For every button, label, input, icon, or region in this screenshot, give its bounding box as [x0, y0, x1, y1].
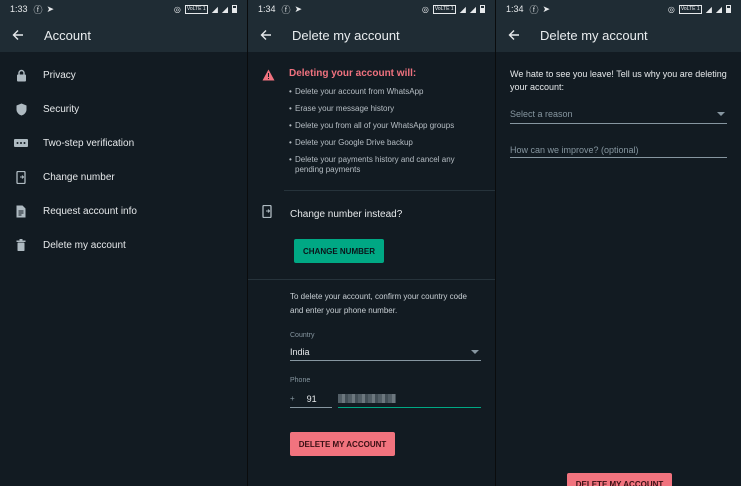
- hotspot-icon: ◎: [667, 4, 675, 14]
- dropdown-caret-icon: [471, 349, 479, 354]
- signal-icon: ◢: [715, 4, 722, 14]
- signal-icon: ◢: [211, 4, 218, 14]
- phone-change-icon: [262, 204, 276, 223]
- reason-placeholder: Select a reason: [510, 108, 573, 119]
- menu-item-privacy[interactable]: Privacy: [0, 58, 247, 92]
- back-arrow-icon[interactable]: [10, 27, 26, 43]
- menu-item-delete-account[interactable]: Delete my account: [0, 228, 247, 262]
- country-select[interactable]: India: [290, 343, 481, 361]
- warning-list: Delete your account from WhatsApp Erase …: [289, 87, 481, 175]
- document-icon: [14, 204, 28, 218]
- menu-item-label: Delete my account: [43, 239, 126, 251]
- lock-icon: [14, 68, 28, 82]
- delete-account-button[interactable]: DELETE MY ACCOUNT: [290, 432, 395, 456]
- trash-icon: [14, 238, 28, 252]
- delete-account-screen: 1:34 ⓕ ➤ ◎ VoLTE 1 ◢ ◢ Delete my account…: [248, 0, 495, 486]
- menu-item-change-number[interactable]: Change number: [0, 160, 247, 194]
- phone-label: Phone: [290, 377, 311, 384]
- phone-change-icon: [14, 170, 28, 184]
- signal-icon: ◢: [469, 4, 476, 14]
- status-bar: 1:34 ⓕ ➤ ◎ VoLTE 1 ◢ ◢: [496, 0, 741, 18]
- warning-icon: [262, 68, 275, 182]
- page-title: Account: [44, 27, 91, 43]
- volte-badge: VoLTE 1: [432, 4, 456, 14]
- app-bar: Delete my account: [248, 18, 495, 52]
- page-title: Delete my account: [292, 27, 400, 43]
- menu-item-label: Two-step verification: [43, 137, 135, 149]
- improve-input[interactable]: How can we improve? (optional): [510, 142, 727, 158]
- volte-badge: VoLTE 1: [678, 4, 702, 14]
- list-item: Erase your message history: [289, 104, 481, 114]
- app-bar: Account: [0, 18, 247, 52]
- send-icon: ➤: [46, 3, 55, 14]
- menu-item-label: Privacy: [43, 69, 76, 81]
- blurred-phone-number: [338, 394, 396, 403]
- send-icon: ➤: [294, 3, 303, 14]
- battery-icon: [726, 5, 731, 13]
- dots-icon: [14, 136, 28, 150]
- signal-icon: ◢: [221, 4, 228, 14]
- account-screen: 1:33 ⓕ ➤ ◎ VoLTE 1 ◢ ◢ Account Privacy S…: [0, 0, 247, 486]
- list-item: Delete your payments history and cancel …: [289, 155, 481, 175]
- form-instructions: To delete your account, confirm your cou…: [290, 292, 467, 315]
- dropdown-caret-icon: [717, 111, 725, 116]
- status-time: 1:34: [506, 4, 524, 14]
- delete-reason-screen: 1:34 ⓕ ➤ ◎ VoLTE 1 ◢ ◢ Delete my account…: [496, 0, 741, 486]
- list-item: Delete your Google Drive backup: [289, 138, 481, 148]
- country-code-value: 91: [306, 393, 317, 404]
- country-code-field[interactable]: + 91: [290, 390, 332, 408]
- back-arrow-icon[interactable]: [506, 27, 522, 43]
- facebook-icon: ⓕ: [529, 4, 539, 15]
- list-item: Delete your account from WhatsApp: [289, 87, 481, 97]
- facebook-icon: ⓕ: [281, 4, 291, 15]
- menu-item-label: Request account info: [43, 205, 137, 217]
- country-value: India: [290, 346, 310, 357]
- phone-number-field[interactable]: [338, 390, 481, 408]
- reason-intro: We hate to see you leave! Tell us why yo…: [510, 69, 727, 92]
- battery-icon: [232, 5, 237, 13]
- country-label: Country: [290, 332, 315, 339]
- signal-icon: ◢: [459, 4, 466, 14]
- status-time: 1:33: [10, 4, 28, 14]
- warning-section: Deleting your account will: Delete your …: [248, 52, 495, 190]
- page-title: Delete my account: [540, 27, 648, 43]
- menu-item-label: Change number: [43, 171, 115, 183]
- menu-item-security[interactable]: Security: [0, 92, 247, 126]
- battery-icon: [480, 5, 485, 13]
- change-number-section: Change number instead? CHANGE NUMBER: [248, 191, 495, 279]
- signal-icon: ◢: [705, 4, 712, 14]
- hotspot-icon: ◎: [421, 4, 429, 14]
- send-icon: ➤: [542, 3, 551, 14]
- menu-item-two-step[interactable]: Two-step verification: [0, 126, 247, 160]
- list-item: Delete you from all of your WhatsApp gro…: [289, 121, 481, 131]
- phone-row: + 91: [290, 388, 481, 408]
- menu-item-label: Security: [43, 103, 80, 115]
- delete-form: To delete your account, confirm your cou…: [248, 280, 495, 456]
- app-bar: Delete my account: [496, 18, 741, 52]
- improve-placeholder: How can we improve? (optional): [510, 144, 639, 155]
- delete-account-button[interactable]: DELETE MY ACCOUNT: [567, 473, 672, 486]
- plus-sign: +: [290, 394, 295, 403]
- reason-form: We hate to see you leave! Tell us why yo…: [496, 52, 741, 158]
- hotspot-icon: ◎: [173, 4, 181, 14]
- status-bar: 1:33 ⓕ ➤ ◎ VoLTE 1 ◢ ◢: [0, 0, 247, 18]
- account-menu: Privacy Security Two-step verification C…: [0, 52, 247, 262]
- shield-icon: [14, 102, 28, 116]
- change-number-button[interactable]: CHANGE NUMBER: [294, 239, 384, 263]
- change-number-text: Change number instead?: [290, 208, 403, 220]
- reason-select[interactable]: Select a reason: [510, 104, 727, 124]
- back-arrow-icon[interactable]: [258, 27, 274, 43]
- menu-item-request-info[interactable]: Request account info: [0, 194, 247, 228]
- status-time: 1:34: [258, 4, 276, 14]
- facebook-icon: ⓕ: [33, 4, 43, 15]
- status-bar: 1:34 ⓕ ➤ ◎ VoLTE 1 ◢ ◢: [248, 0, 495, 18]
- volte-badge: VoLTE 1: [184, 4, 208, 14]
- warning-title: Deleting your account will:: [289, 68, 417, 79]
